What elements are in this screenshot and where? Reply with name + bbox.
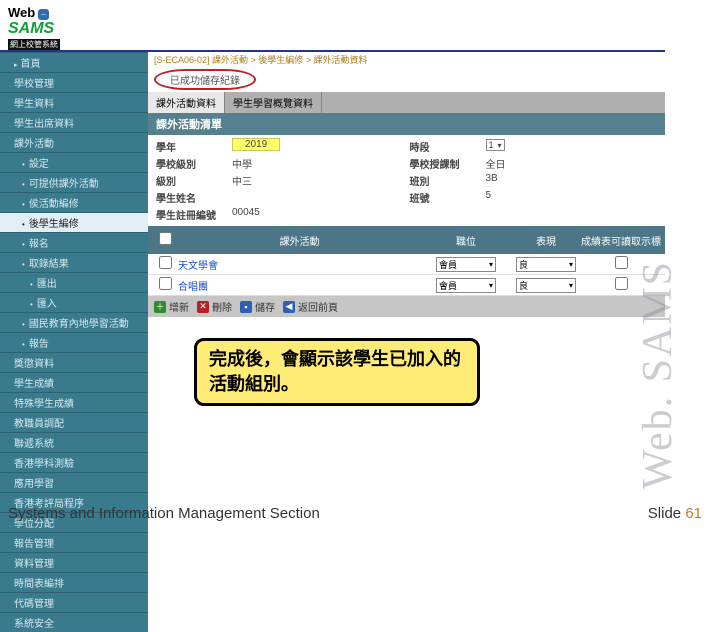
tab-1[interactable]: 學生學習概覽資料 (225, 92, 322, 113)
footer-slide: Slide 61 (648, 505, 702, 522)
section-header: 課外活動清單 (148, 113, 665, 135)
table-header: 課外活動 職位 表現 成績表可讀取示標 (148, 226, 665, 254)
sidebar-item-19[interactable]: 聯遞系統 (0, 432, 148, 452)
chevron-down-icon: ▾ (569, 260, 573, 269)
app-logo: Web ⎯ SAMS 網上校管系統 (8, 5, 123, 41)
value-year: 2019 (232, 139, 404, 154)
sidebar-item-17[interactable]: 特殊學生成績 (0, 392, 148, 412)
sidebar-item-16[interactable]: 學生成績 (0, 372, 148, 392)
label-name: 學生姓名 (156, 190, 226, 205)
sidebar-item-21[interactable]: 應用學習 (0, 472, 148, 492)
sidebar-item-28[interactable]: 系統安全 (0, 612, 148, 632)
value-classno: 3B (486, 173, 658, 188)
sidebar-item-9[interactable]: •報名 (0, 232, 148, 252)
label-period: 時段 (410, 139, 480, 154)
sidebar-item-25[interactable]: 資料管理 (0, 552, 148, 572)
sidebar-item-0[interactable]: 首頁 (0, 52, 148, 72)
value-name (232, 190, 404, 205)
sidebar-item-8[interactable]: •後學生編修 (0, 212, 148, 232)
success-badge: 已成功儲存紀錄 (154, 69, 256, 90)
sidebar-item-14[interactable]: •報告 (0, 332, 148, 352)
table-body: 天文學會會員▾良▾合唱團會員▾良▾ (148, 254, 665, 296)
value-seat: 5 (486, 190, 658, 205)
sidebar-item-18[interactable]: 教職員調配 (0, 412, 148, 432)
sidebar-item-20[interactable]: 香港學科測驗 (0, 452, 148, 472)
sidebar-item-12[interactable]: •匯入 (0, 292, 148, 312)
col-activity: 課外活動 (178, 233, 421, 248)
content-area: [S-ECA06-02] 課外活動 > 後學生編修 > 課外活動資料 已成功儲存… (148, 52, 665, 317)
x-icon: ✕ (197, 301, 209, 313)
label-schedule: 學校授課制 (410, 156, 480, 171)
sidebar-item-4[interactable]: 課外活動 (0, 132, 148, 152)
label-classno: 班別 (410, 173, 480, 188)
sidebar-item-2[interactable]: 學生資料 (0, 92, 148, 112)
logo-sams: SAMS (8, 20, 54, 37)
plus-icon: ＋ (154, 301, 166, 313)
tab-bar: 課外活動資料學生學習概覽資料 (148, 92, 665, 113)
sidebar-item-26[interactable]: 時間表編排 (0, 572, 148, 592)
perf-select[interactable]: 良▾ (516, 257, 576, 272)
sidebar-item-5[interactable]: •設定 (0, 152, 148, 172)
save-icon: ▪ (240, 301, 252, 313)
activity-link[interactable]: 天文學會 (178, 261, 218, 272)
chevron-down-icon: ▾ (489, 260, 493, 269)
label-year: 學年 (156, 139, 226, 154)
delete-button[interactable]: ✕刪除 (197, 299, 232, 314)
sidebar-item-3[interactable]: 學生出席資料 (0, 112, 148, 132)
table-row: 合唱團 會員▾ 良▾ (148, 275, 665, 296)
role-select[interactable]: 會員▾ (436, 257, 496, 272)
breadcrumb: [S-ECA06-02] 課外活動 > 後學生編修 > 課外活動資料 (148, 52, 665, 67)
value-regno: 00045 (232, 207, 404, 222)
sidebar-item-27[interactable]: 代碼管理 (0, 592, 148, 612)
sidebar-item-7[interactable]: •侯活動編修 (0, 192, 148, 212)
label-regno: 學生註冊編號 (156, 207, 226, 222)
row-checkbox[interactable] (159, 256, 172, 269)
col-role: 職位 (421, 233, 511, 248)
callout-note: 完成後，會顯示該學生已加入的活動組別。 (194, 338, 480, 406)
sidebar-item-6[interactable]: •可提供課外活動 (0, 172, 148, 192)
logo-sub: 網上校管系統 (8, 39, 60, 50)
back-button[interactable]: ◀返回前頁 (283, 299, 338, 314)
chevron-down-icon: ▾ (569, 281, 573, 290)
badge-checkbox[interactable] (615, 277, 628, 290)
label-class: 級別 (156, 173, 226, 188)
tab-0[interactable]: 課外活動資料 (148, 92, 225, 113)
sidebar-item-1[interactable]: 學校管理 (0, 72, 148, 92)
add-button[interactable]: ＋增新 (154, 299, 189, 314)
role-select[interactable]: 會員▾ (436, 278, 496, 293)
table-row: 天文學會 會員▾ 良▾ (148, 254, 665, 275)
value-period[interactable]: 1▾ (486, 139, 658, 154)
badge-checkbox[interactable] (615, 256, 628, 269)
watermark-text: Web. SAMS (634, 260, 682, 489)
label-level: 學校級別 (156, 156, 226, 171)
value-level: 中學 (232, 156, 404, 171)
footer-title: Systems and Information Management Secti… (8, 505, 320, 522)
row-checkbox[interactable] (159, 277, 172, 290)
col-perf: 表現 (511, 233, 581, 248)
sidebar-item-10[interactable]: •取錄結果 (0, 252, 148, 272)
logo-web: Web (8, 5, 35, 20)
perf-select[interactable]: 良▾ (516, 278, 576, 293)
back-icon: ◀ (283, 301, 295, 313)
sidebar-item-15[interactable]: 獎懲資料 (0, 352, 148, 372)
sidebar-item-11[interactable]: •匯出 (0, 272, 148, 292)
label-seat: 班號 (410, 190, 480, 205)
value-schedule: 全日 (486, 156, 658, 171)
save-button[interactable]: ▪儲存 (240, 299, 275, 314)
sidebar-item-13[interactable]: •國民教育內地學習活動 (0, 312, 148, 332)
sidebar-item-24[interactable]: 報告管理 (0, 532, 148, 552)
value-class: 中三 (232, 173, 404, 188)
col-badge: 成績表可讀取示標 (581, 233, 661, 248)
activity-link[interactable]: 合唱團 (178, 282, 208, 293)
info-grid: 學年 2019 時段 1▾ 學校級別 中學 學校授課制 全日 級別 中三 班別 … (148, 135, 665, 226)
sidebar: 首頁學校管理學生資料學生出席資料課外活動•設定•可提供課外活動•侯活動編修•後學… (0, 52, 148, 632)
chevron-down-icon: ▾ (489, 281, 493, 290)
logo-blue: ⎯ (38, 9, 49, 20)
chevron-down-icon: ▾ (498, 141, 502, 150)
select-all-checkbox[interactable] (159, 232, 172, 245)
action-bar: ＋增新 ✕刪除 ▪儲存 ◀返回前頁 (148, 296, 665, 317)
